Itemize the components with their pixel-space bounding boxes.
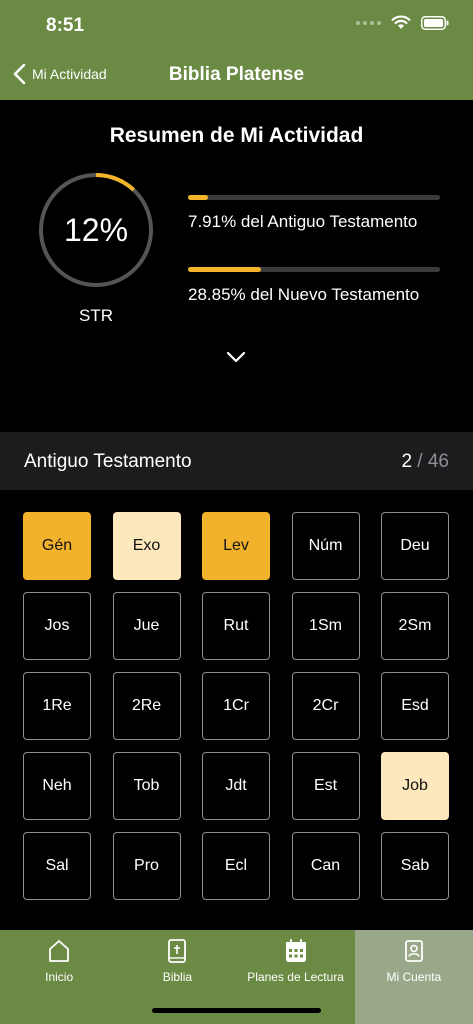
old-testament-section-header: Antiguo Testamento 2 / 46	[0, 432, 473, 490]
book-cell[interactable]: Rut	[202, 592, 270, 660]
back-button-label: Mi Actividad	[32, 66, 107, 82]
summary-title: Resumen de Mi Actividad	[109, 124, 364, 147]
section-count-current: 2	[401, 451, 413, 472]
book-cell[interactable]: Est	[291, 752, 360, 820]
old-testament-progress-fill	[188, 195, 208, 200]
book-grid: Gén Exo Lev Núm Deu Jos Jue Rut 1Sm 2Sm 1Re 2Re 1Cr 2…	[23, 512, 451, 900]
home-icon	[49, 940, 70, 962]
new-testament-progress-fill	[188, 267, 261, 272]
overall-label: STR	[79, 306, 113, 325]
account-icon	[404, 940, 423, 962]
navigation-bar: Biblia Platense Mi Actividad	[0, 52, 473, 100]
tab-label: Mi Cuenta	[386, 970, 442, 984]
book-cell[interactable]: 1Cr	[202, 672, 270, 740]
section-count-total: 46	[427, 451, 449, 472]
new-testament-progress-bar	[188, 267, 440, 272]
book-cell[interactable]: Jos	[23, 592, 91, 660]
book-cell[interactable]: Gén	[23, 512, 91, 580]
calendar-icon	[285, 939, 306, 962]
book-cell[interactable]: 1Sm	[291, 592, 360, 660]
book-cell[interactable]: Job	[381, 752, 449, 820]
tab-label: Biblia	[162, 970, 193, 984]
tab-label: Inicio	[45, 970, 74, 984]
book-cell[interactable]: Sal	[23, 832, 91, 900]
old-testament-progress-label: 7.91% del Antiguo Testamento	[188, 212, 418, 231]
tab-inicio[interactable]: Inicio	[0, 930, 118, 1024]
tab-mi-cuenta[interactable]: Mi Cuenta	[354, 930, 473, 1024]
book-cell[interactable]: Exo	[112, 512, 181, 580]
section-count-separator: /	[412, 451, 428, 472]
bible-icon	[168, 939, 187, 963]
book-cell[interactable]: Can	[291, 832, 360, 900]
home-indicator	[152, 1008, 321, 1013]
wifi-icon	[391, 15, 411, 29]
status-time: 8:51	[46, 15, 85, 36]
book-grid-viewport[interactable]: Gén Exo Lev Núm Deu Jos Jue Rut 1Sm 2Sm 1Re 2Re 1Cr 2…	[0, 512, 473, 930]
book-cell[interactable]: Tob	[112, 752, 181, 820]
cellular-signal-icon	[356, 20, 381, 25]
book-cell[interactable]: 2Sm	[381, 592, 449, 660]
overall-percent: 12%	[63, 212, 129, 248]
chevron-left-icon	[13, 63, 26, 85]
book-cell[interactable]: Jue	[112, 592, 181, 660]
activity-summary: Resumen de Mi Actividad 12% STR 7.91% de…	[0, 100, 473, 432]
book-cell[interactable]: Sab	[381, 832, 449, 900]
expand-chevron-down-icon[interactable]	[226, 350, 246, 364]
book-cell[interactable]: 1Re	[23, 672, 91, 740]
status-bar: 8:51	[0, 0, 473, 52]
book-cell[interactable]: Neh	[23, 752, 91, 820]
new-testament-progress-label: 28.85% del Nuevo Testamento	[188, 285, 420, 304]
book-cell[interactable]: Pro	[112, 832, 181, 900]
status-icons	[356, 15, 449, 30]
book-cell[interactable]: Núm	[291, 512, 360, 580]
section-title: Antiguo Testamento	[24, 451, 192, 472]
battery-icon	[421, 15, 449, 30]
book-cell[interactable]: 2Re	[112, 672, 181, 740]
book-cell[interactable]: Lev	[202, 512, 270, 580]
book-cell[interactable]: 2Cr	[291, 672, 360, 740]
book-cell[interactable]: Jdt	[202, 752, 270, 820]
book-cell[interactable]: Esd	[381, 672, 449, 740]
old-testament-progress-bar	[188, 195, 440, 200]
book-cell[interactable]: Ecl	[202, 832, 270, 900]
book-cell[interactable]: Deu	[381, 512, 449, 580]
back-button[interactable]: Mi Actividad	[12, 62, 107, 86]
section-count: 2 / 46	[401, 451, 449, 473]
tab-label: Planes de Lectura	[247, 970, 344, 984]
